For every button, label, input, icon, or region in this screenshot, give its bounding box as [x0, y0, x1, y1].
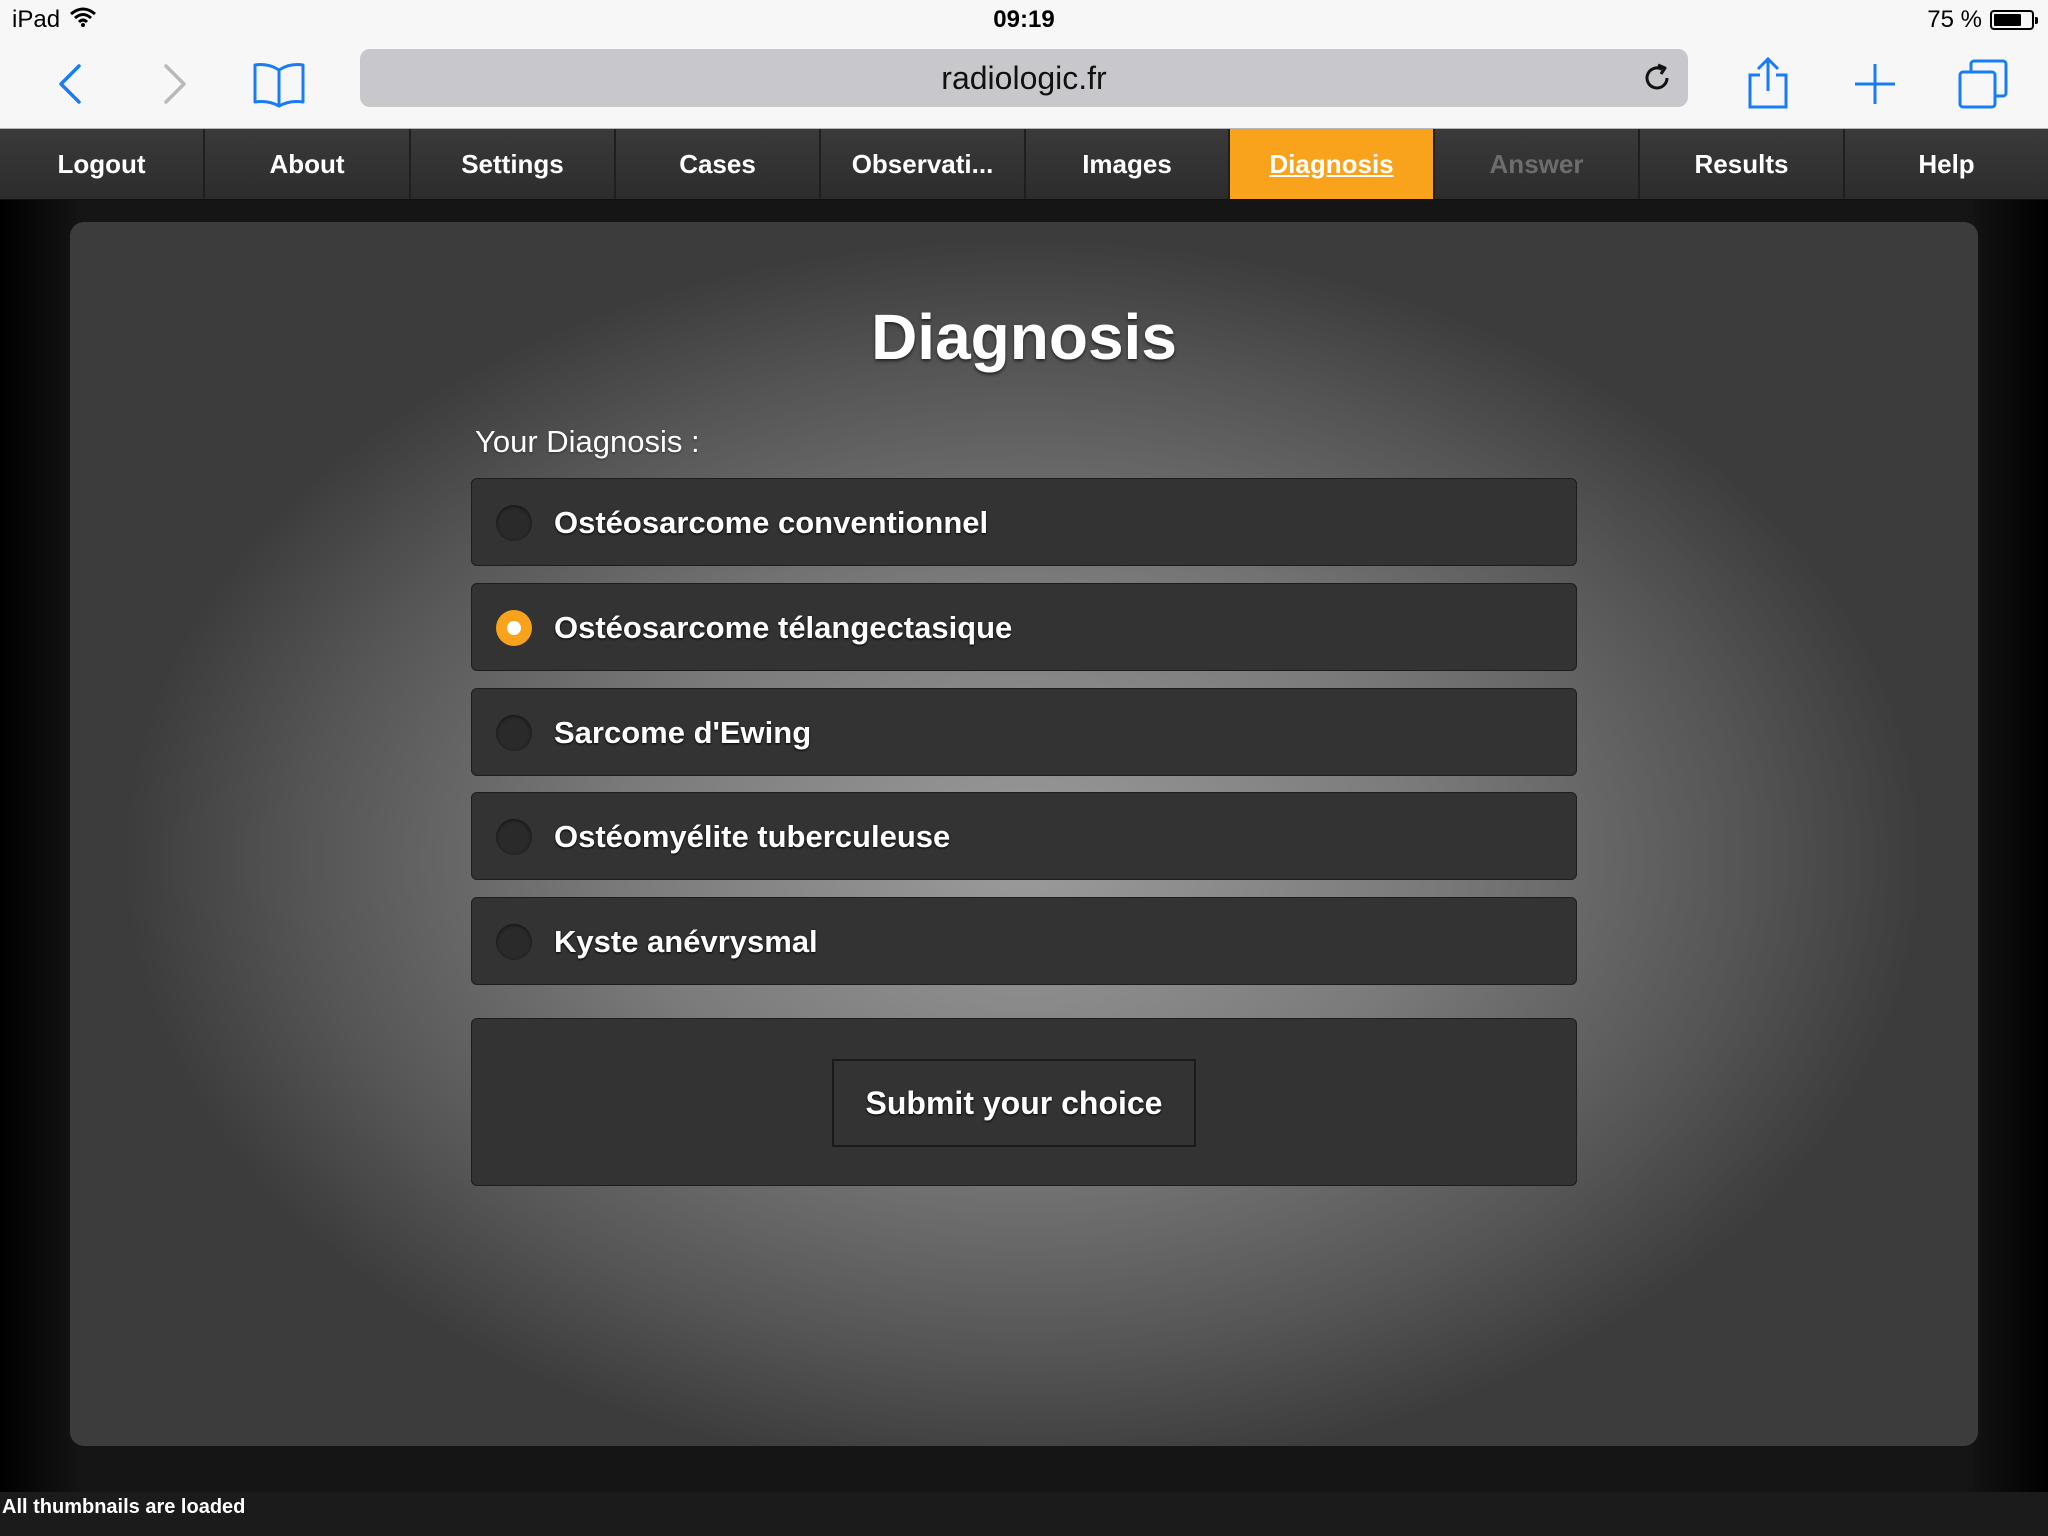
tab-diagnosis[interactable]: Diagnosis — [1230, 129, 1435, 199]
page-title: Diagnosis — [871, 301, 1177, 373]
status-bar: iPad 09:19 75 % — [0, 0, 2048, 40]
main-nav: Logout About Settings Cases Observati...… — [0, 129, 2048, 200]
address-bar[interactable]: radiologic.fr — [360, 49, 1688, 107]
tab-observations[interactable]: Observati... — [821, 129, 1026, 199]
tab-help[interactable]: Help — [1845, 129, 2048, 199]
reload-icon[interactable] — [1636, 57, 1678, 99]
option-label: Ostéosarcome télangectasique — [554, 610, 1013, 645]
url-text: radiologic.fr — [941, 59, 1107, 96]
radio-button[interactable] — [496, 505, 532, 541]
forward-icon[interactable] — [145, 54, 205, 114]
radio-button[interactable] — [496, 819, 532, 855]
status-right: 75 % — [1927, 6, 2038, 34]
radio-button[interactable] — [496, 924, 532, 960]
diagnosis-option[interactable]: Ostéomyélite tuberculeuse — [471, 792, 1577, 880]
footer-bar — [0, 1492, 2048, 1536]
tab-answer: Answer — [1435, 129, 1640, 199]
diagnosis-option[interactable]: Ostéosarcome télangectasique — [471, 583, 1577, 671]
submit-container: Submit your choice — [471, 1018, 1577, 1186]
diagnosis-option[interactable]: Ostéosarcome conventionnel — [471, 478, 1577, 566]
battery-nub — [2035, 17, 2038, 24]
diagnosis-prompt: Your Diagnosis : — [475, 424, 700, 459]
radio-button[interactable] — [496, 715, 532, 751]
tab-cases[interactable]: Cases — [616, 129, 821, 199]
radio-button-selected[interactable] — [496, 610, 532, 646]
tab-about[interactable]: About — [205, 129, 411, 199]
option-label: Sarcome d'Ewing — [554, 715, 812, 750]
diagnosis-option[interactable]: Kyste anévrysmal — [471, 897, 1577, 985]
option-label: Kyste anévrysmal — [554, 924, 818, 959]
diagnosis-option[interactable]: Sarcome d'Ewing — [471, 688, 1577, 776]
submit-button[interactable]: Submit your choice — [832, 1059, 1196, 1147]
tab-settings[interactable]: Settings — [411, 129, 616, 199]
battery-fill — [1994, 14, 2021, 26]
bookmarks-icon[interactable] — [249, 54, 309, 114]
share-icon[interactable] — [1738, 54, 1798, 114]
back-icon[interactable] — [40, 54, 100, 114]
battery-icon — [1990, 10, 2038, 30]
battery-percent: 75 % — [1927, 6, 1982, 33]
option-label: Ostéosarcome conventionnel — [554, 505, 989, 540]
option-label: Ostéomyélite tuberculeuse — [554, 819, 951, 854]
status-message: All thumbnails are loaded — [2, 1496, 246, 1518]
status-time: 09:19 — [993, 6, 1055, 33]
new-tab-icon[interactable] — [1845, 54, 1905, 114]
browser-toolbar: radiologic.fr — [0, 40, 2048, 129]
tabs-icon[interactable] — [1953, 54, 2013, 114]
tab-images[interactable]: Images — [1026, 129, 1230, 199]
tab-results[interactable]: Results — [1640, 129, 1845, 199]
tab-logout[interactable]: Logout — [0, 129, 205, 199]
